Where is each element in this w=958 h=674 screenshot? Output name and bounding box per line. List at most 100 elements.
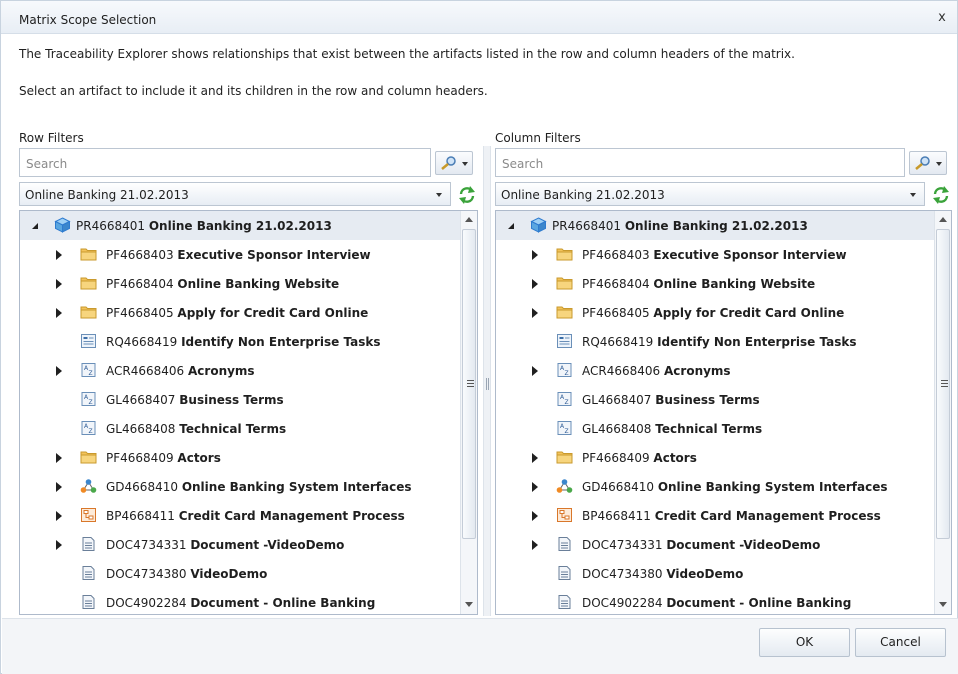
- glossary-icon: AZ: [556, 391, 573, 407]
- row-project-select[interactable]: Online Banking 21.02.2013: [19, 182, 451, 206]
- tree-row-acr4668406[interactable]: A Z ACR4668406 Acronyms: [20, 356, 460, 385]
- artifact-name: Apply for Credit Card Online: [653, 306, 845, 320]
- tree-row-pf4668405[interactable]: PF4668405 Apply for Credit Card Online: [496, 298, 934, 327]
- search-icon: [441, 156, 456, 170]
- scroll-up-icon[interactable]: [465, 217, 473, 222]
- artifact-id: GD4668410: [106, 480, 178, 494]
- artifact-id: DOC4734380: [582, 567, 663, 581]
- tree-row-label: RQ4668419 Identify Non Enterprise Tasks: [106, 335, 381, 349]
- tree-row-label: DOC4734331 Document -VideoDemo: [582, 538, 820, 552]
- diagram-icon: [80, 478, 97, 494]
- tree-row-pf4668409[interactable]: PF4668409 Actors: [20, 443, 460, 472]
- tree-row-bp4668411[interactable]: BP4668411 Credit Card Management Process: [496, 501, 934, 530]
- tree-row-gd4668410[interactable]: GD4668410 Online Banking System Interfac…: [496, 472, 934, 501]
- grip-icon: [467, 380, 474, 387]
- tree-row-gl4668407[interactable]: A Z GL4668407 Business Terms: [20, 385, 460, 414]
- scroll-thumb[interactable]: [936, 229, 950, 539]
- tree-row-doc4734331[interactable]: DOC4734331 Document -VideoDemo: [20, 530, 460, 559]
- artifact-id: DOC4902284: [106, 596, 187, 610]
- scroll-down-icon[interactable]: [939, 602, 947, 607]
- row-search-options-button[interactable]: [435, 151, 473, 175]
- chevron-down-icon: [936, 162, 942, 166]
- expand-arrow-icon[interactable]: [532, 511, 538, 521]
- tree-row-label: RQ4668419 Identify Non Enterprise Tasks: [582, 335, 857, 349]
- artifact-name: Credit Card Management Process: [178, 509, 405, 523]
- row-search-input[interactable]: Search: [19, 148, 431, 177]
- artifact-name: Business Terms: [179, 393, 284, 407]
- scroll-up-icon[interactable]: [939, 217, 947, 222]
- artifact-id: PF4668409: [582, 451, 650, 465]
- tree-row-gl4668408[interactable]: A Z GL4668408 Technical Terms: [496, 414, 934, 443]
- column-search-options-button[interactable]: [909, 151, 947, 175]
- panel-splitter[interactable]: [483, 146, 491, 616]
- collapse-arrow-icon[interactable]: [32, 223, 38, 229]
- tree-row-pf4668409[interactable]: PF4668409 Actors: [496, 443, 934, 472]
- tree-row-pf4668403[interactable]: PF4668403 Executive Sponsor Interview: [20, 240, 460, 269]
- tree-row-doc4734380[interactable]: DOC4734380 VideoDemo: [496, 559, 934, 588]
- artifact-id: DOC4734380: [106, 567, 187, 581]
- artifact-name: Credit Card Management Process: [654, 509, 881, 523]
- tree-row-gl4668407[interactable]: A Z GL4668407 Business Terms: [496, 385, 934, 414]
- tree-row-doc4734380[interactable]: DOC4734380 VideoDemo: [20, 559, 460, 588]
- artifact-name: Technical Terms: [179, 422, 287, 436]
- expand-arrow-icon[interactable]: [56, 453, 62, 463]
- process-icon: [556, 507, 573, 523]
- expand-arrow-icon[interactable]: [532, 366, 538, 376]
- scroll-down-icon[interactable]: [465, 602, 473, 607]
- tree-row-pf4668404[interactable]: PF4668404 Online Banking Website: [496, 269, 934, 298]
- tree-row-label: DOC4734380 VideoDemo: [106, 567, 267, 581]
- chevron-down-icon: [910, 193, 916, 197]
- expand-arrow-icon[interactable]: [56, 366, 62, 376]
- expand-arrow-icon[interactable]: [56, 511, 62, 521]
- artifact-name: Online Banking 21.02.2013: [624, 219, 808, 233]
- tree-row-label: PR4668401 Online Banking 21.02.2013: [552, 219, 808, 233]
- tree-row-gd4668410[interactable]: GD4668410 Online Banking System Interfac…: [20, 472, 460, 501]
- expand-arrow-icon[interactable]: [56, 279, 62, 289]
- expand-arrow-icon[interactable]: [532, 308, 538, 318]
- tree-row-pf4668405[interactable]: PF4668405 Apply for Credit Card Online: [20, 298, 460, 327]
- row-refresh-icon[interactable]: [456, 182, 478, 208]
- expand-arrow-icon[interactable]: [532, 250, 538, 260]
- tree-row-doc4902284[interactable]: DOC4902284 Document - Online Banking: [20, 588, 460, 614]
- artifact-id: PF4668405: [582, 306, 650, 320]
- folder-icon: [80, 246, 97, 262]
- tree-row-doc4734331[interactable]: DOC4734331 Document -VideoDemo: [496, 530, 934, 559]
- artifact-id: DOC4734331: [106, 538, 187, 552]
- ok-button[interactable]: OK: [759, 628, 850, 657]
- tree-row-pf4668404[interactable]: PF4668404 Online Banking Website: [20, 269, 460, 298]
- expand-arrow-icon[interactable]: [56, 540, 62, 550]
- expand-arrow-icon[interactable]: [532, 279, 538, 289]
- collapse-arrow-icon[interactable]: [508, 223, 514, 229]
- tree-row-acr4668406[interactable]: A Z ACR4668406 Acronyms: [496, 356, 934, 385]
- artifact-id: BP4668411: [106, 509, 175, 523]
- tree-row-pr4668401[interactable]: PR4668401 Online Banking 21.02.2013: [496, 211, 934, 240]
- project-cube-icon: [54, 217, 71, 233]
- tree-row-pr4668401[interactable]: PR4668401 Online Banking 21.02.2013: [20, 211, 460, 240]
- tree-row-rq4668419[interactable]: RQ4668419 Identify Non Enterprise Tasks: [496, 327, 934, 356]
- expand-arrow-icon[interactable]: [56, 482, 62, 492]
- expand-arrow-icon[interactable]: [56, 250, 62, 260]
- tree-row-bp4668411[interactable]: BP4668411 Credit Card Management Process: [20, 501, 460, 530]
- column-refresh-icon[interactable]: [930, 182, 952, 208]
- expand-arrow-icon[interactable]: [56, 308, 62, 318]
- expand-arrow-icon[interactable]: [532, 482, 538, 492]
- column-tree-scrollbar[interactable]: [934, 211, 951, 614]
- row-tree-scrollbar[interactable]: [460, 211, 477, 614]
- svg-text:Z: Z: [565, 399, 569, 406]
- chevron-down-icon: [436, 193, 442, 197]
- tree-row-gl4668408[interactable]: A Z GL4668408 Technical Terms: [20, 414, 460, 443]
- close-icon[interactable]: x: [935, 11, 949, 25]
- tree-row-rq4668419[interactable]: RQ4668419 Identify Non Enterprise Tasks: [20, 327, 460, 356]
- dialog-instruction: Select an artifact to include it and its…: [19, 84, 488, 98]
- cancel-button[interactable]: Cancel: [855, 628, 946, 657]
- scroll-thumb[interactable]: [462, 229, 476, 539]
- folder-icon: [80, 275, 97, 291]
- expand-arrow-icon[interactable]: [532, 540, 538, 550]
- column-search-input[interactable]: Search: [495, 148, 905, 177]
- tree-row-doc4902284[interactable]: DOC4902284 Document - Online Banking: [496, 588, 934, 614]
- artifact-name: Identify Non Enterprise Tasks: [657, 335, 857, 349]
- artifact-id: GL4668408: [106, 422, 176, 436]
- expand-arrow-icon[interactable]: [532, 453, 538, 463]
- tree-row-pf4668403[interactable]: PF4668403 Executive Sponsor Interview: [496, 240, 934, 269]
- column-project-select[interactable]: Online Banking 21.02.2013: [495, 182, 925, 206]
